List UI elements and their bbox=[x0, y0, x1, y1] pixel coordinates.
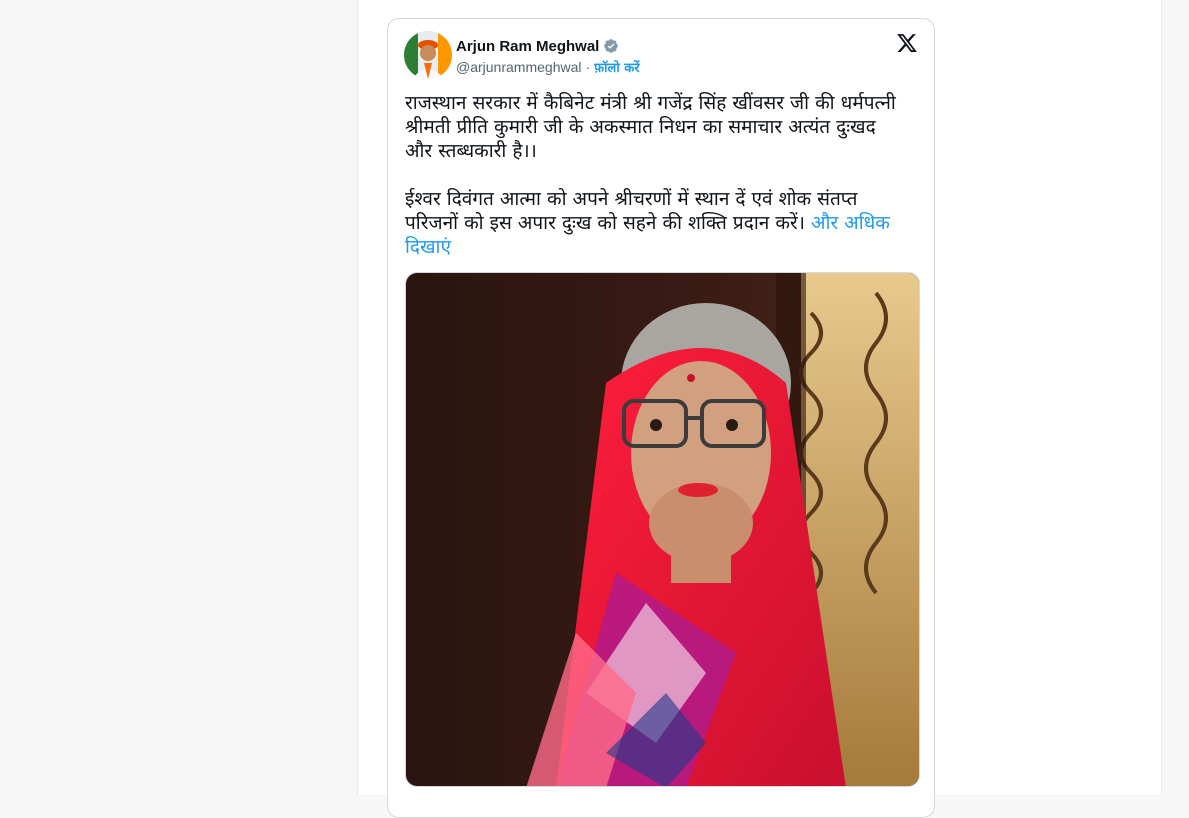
x-logo-icon[interactable] bbox=[896, 32, 918, 54]
follow-button[interactable]: फ़ॉलो करें bbox=[594, 58, 639, 76]
verified-badge-icon bbox=[603, 38, 619, 54]
separator-dot: · bbox=[585, 59, 591, 75]
author-handle[interactable]: @arjunrammeghwal bbox=[456, 59, 581, 75]
tweet-text: राजस्थान सरकार में कैबिनेट मंत्री श्री ग… bbox=[405, 91, 905, 259]
author-name[interactable]: Arjun Ram Meghwal bbox=[456, 38, 599, 55]
embedded-tweet-card[interactable]: Arjun Ram Meghwal @arjunrammeghwal · फ़ॉ… bbox=[387, 18, 935, 818]
author-avatar[interactable] bbox=[404, 31, 452, 79]
tweet-photo[interactable] bbox=[405, 272, 920, 787]
